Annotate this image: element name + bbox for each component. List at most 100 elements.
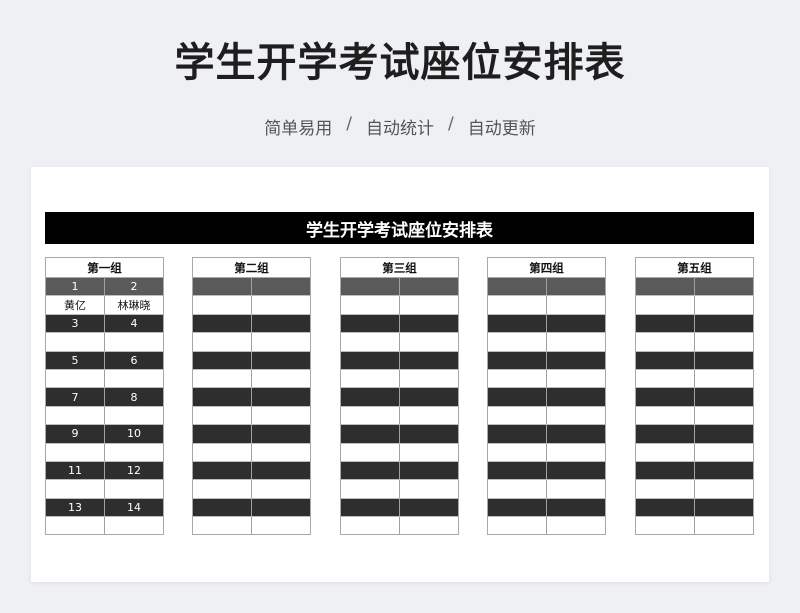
seat-number-cell[interactable] <box>488 499 546 516</box>
seat-number-cell[interactable] <box>546 461 605 480</box>
student-name-cell[interactable] <box>46 480 104 497</box>
student-name-cell[interactable] <box>251 443 310 461</box>
student-name-cell[interactable] <box>399 406 458 425</box>
student-name-cell[interactable] <box>46 444 104 461</box>
seat-number-cell[interactable] <box>636 315 694 332</box>
seat-number-cell[interactable] <box>488 388 546 405</box>
student-name-cell[interactable] <box>341 407 399 424</box>
seat-number-cell[interactable] <box>399 388 458 406</box>
student-name-cell[interactable] <box>341 370 399 387</box>
student-name-cell[interactable] <box>636 444 694 461</box>
student-name-cell[interactable] <box>193 517 251 534</box>
student-name-cell[interactable] <box>488 407 546 424</box>
student-name-cell[interactable] <box>251 369 310 388</box>
student-name-cell[interactable] <box>46 517 104 534</box>
seat-number-cell[interactable] <box>636 388 694 405</box>
student-name-cell[interactable] <box>104 517 163 535</box>
student-name-cell[interactable] <box>341 517 399 534</box>
seat-number-cell[interactable]: 4 <box>104 314 163 333</box>
student-name-cell[interactable] <box>341 444 399 461</box>
seat-number-cell[interactable] <box>488 425 546 442</box>
seat-number-cell[interactable] <box>341 315 399 332</box>
student-name-cell[interactable] <box>636 333 694 350</box>
student-name-cell[interactable] <box>546 333 605 351</box>
seat-number-cell[interactable] <box>193 315 251 332</box>
student-name-cell[interactable] <box>251 296 310 314</box>
seat-number-cell[interactable] <box>694 461 753 480</box>
student-name-cell[interactable] <box>399 369 458 388</box>
seat-number-cell[interactable] <box>546 314 605 333</box>
seat-number-cell[interactable] <box>193 462 251 479</box>
student-name-cell[interactable] <box>694 333 753 351</box>
seat-number-cell[interactable] <box>636 462 694 479</box>
seat-number-cell[interactable] <box>399 498 458 517</box>
seat-number-cell[interactable] <box>546 388 605 406</box>
student-name-cell[interactable] <box>104 333 163 351</box>
seat-number-cell[interactable]: 6 <box>104 351 163 369</box>
seat-number-cell[interactable] <box>251 278 310 296</box>
student-name-cell[interactable] <box>488 444 546 461</box>
student-name-cell[interactable] <box>251 333 310 351</box>
seat-number-cell[interactable] <box>251 425 310 443</box>
seat-number-cell[interactable] <box>546 498 605 517</box>
student-name-cell[interactable] <box>46 407 104 424</box>
student-name-cell[interactable] <box>694 517 753 535</box>
student-name-cell[interactable] <box>104 443 163 461</box>
seat-number-cell[interactable] <box>341 499 399 516</box>
seat-number-cell[interactable]: 12 <box>104 461 163 480</box>
student-name-cell[interactable] <box>193 444 251 461</box>
seat-number-cell[interactable]: 7 <box>46 388 104 405</box>
seat-number-cell[interactable]: 13 <box>46 499 104 516</box>
seat-number-cell[interactable] <box>251 388 310 406</box>
student-name-cell[interactable] <box>399 480 458 498</box>
student-name-cell[interactable] <box>636 480 694 497</box>
seat-number-cell[interactable] <box>193 425 251 442</box>
seat-number-cell[interactable] <box>636 352 694 369</box>
seat-number-cell[interactable] <box>399 314 458 333</box>
seat-number-cell[interactable]: 11 <box>46 462 104 479</box>
seat-number-cell[interactable] <box>694 388 753 406</box>
student-name-cell[interactable] <box>636 296 694 313</box>
student-name-cell[interactable] <box>193 480 251 497</box>
seat-number-cell[interactable] <box>546 425 605 443</box>
student-name-cell[interactable] <box>193 296 251 313</box>
seat-number-cell[interactable] <box>694 351 753 369</box>
seat-number-cell[interactable] <box>193 388 251 405</box>
student-name-cell[interactable] <box>193 407 251 424</box>
seat-number-cell[interactable] <box>694 425 753 443</box>
seat-number-cell[interactable] <box>341 462 399 479</box>
student-name-cell[interactable] <box>546 517 605 535</box>
student-name-cell[interactable] <box>546 406 605 425</box>
student-name-cell[interactable] <box>694 369 753 388</box>
seat-number-cell[interactable] <box>399 461 458 480</box>
student-name-cell[interactable] <box>341 333 399 350</box>
student-name-cell[interactable] <box>694 443 753 461</box>
student-name-cell[interactable] <box>546 480 605 498</box>
student-name-cell[interactable] <box>193 370 251 387</box>
seat-number-cell[interactable]: 10 <box>104 425 163 443</box>
seat-number-cell[interactable] <box>546 351 605 369</box>
seat-number-cell[interactable] <box>399 425 458 443</box>
student-name-cell[interactable] <box>636 370 694 387</box>
student-name-cell[interactable] <box>251 517 310 535</box>
seat-number-cell[interactable] <box>636 425 694 442</box>
student-name-cell[interactable] <box>488 333 546 350</box>
seat-number-cell[interactable] <box>694 314 753 333</box>
student-name-cell[interactable]: 黄亿 <box>46 296 104 313</box>
student-name-cell[interactable] <box>104 480 163 498</box>
seat-number-cell[interactable] <box>488 352 546 369</box>
seat-number-cell[interactable]: 5 <box>46 352 104 369</box>
seat-number-cell[interactable]: 14 <box>104 498 163 517</box>
student-name-cell[interactable] <box>46 333 104 350</box>
student-name-cell[interactable] <box>399 296 458 314</box>
student-name-cell[interactable] <box>399 443 458 461</box>
seat-number-cell[interactable] <box>488 315 546 332</box>
seat-number-cell[interactable] <box>488 462 546 479</box>
student-name-cell[interactable] <box>46 370 104 387</box>
student-name-cell[interactable] <box>341 480 399 497</box>
seat-number-cell[interactable] <box>488 278 546 295</box>
student-name-cell[interactable] <box>488 296 546 313</box>
seat-number-cell[interactable]: 3 <box>46 315 104 332</box>
student-name-cell[interactable] <box>104 369 163 388</box>
seat-number-cell[interactable] <box>636 278 694 295</box>
